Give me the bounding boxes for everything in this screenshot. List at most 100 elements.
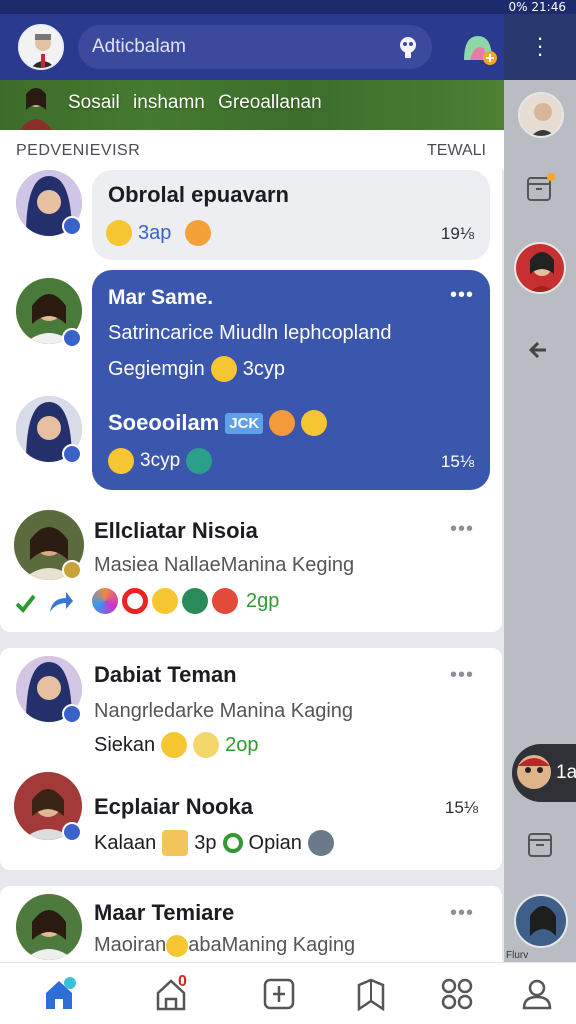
rail-label: Flurv [506, 950, 529, 961]
avatar [516, 896, 566, 946]
emoji-icon [106, 220, 132, 246]
bookmark-icon[interactable] [354, 977, 388, 1011]
emoji-icon [186, 448, 213, 474]
avatar [517, 755, 551, 789]
rail-avatar-2[interactable] [514, 242, 566, 294]
avatar [520, 94, 562, 136]
more-options-icon[interactable]: ••• [450, 664, 474, 687]
emoji-icon [152, 588, 178, 614]
conversation-name: Mar Same. [108, 286, 214, 309]
conversation-time: 15⅛ [440, 452, 474, 471]
emoji-count: 3ap [138, 221, 172, 244]
tag-badge: JCK [225, 412, 264, 434]
emoji-icon [301, 410, 328, 436]
conversation-message: Nangrledarke Manina Kaging [94, 700, 354, 722]
share-icon[interactable] [46, 590, 74, 614]
avatar [20, 26, 62, 68]
conversation-name[interactable]: Ellcliatar Nisoia [94, 518, 258, 544]
conversation-bubble-active[interactable]: Mar Same. ••• Satrincarice Miudln lephco… [92, 270, 490, 490]
more-options-icon[interactable]: ••• [450, 284, 474, 307]
emoji-icon [185, 220, 212, 246]
archive-icon[interactable] [524, 828, 556, 860]
compose-icon[interactable] [262, 977, 296, 1011]
emoji-row: 3ap [106, 220, 212, 246]
right-rail-header: · · · [504, 14, 576, 80]
sub-header-line: Soeooilam JCK [108, 410, 328, 436]
reply-line: 3cyp [108, 448, 213, 474]
conversation-message: Kalaan [94, 831, 157, 854]
emoji-icon [307, 830, 334, 856]
emoji-icon [162, 830, 189, 856]
status-icon [222, 833, 243, 853]
status-bar: 0% 21:46 [0, 0, 576, 14]
avatar[interactable] [16, 894, 82, 960]
rail-chat-bubble[interactable]: 1a [512, 744, 576, 802]
message-line: Siekan 2op [94, 732, 259, 758]
notification-count: 0 [178, 973, 187, 990]
conversation-name[interactable]: Ecplaiar Nooka [94, 794, 253, 820]
message-tail: abaManing Kaging [188, 934, 356, 956]
emoji-icon [182, 588, 208, 614]
section-header: PEDVENIEVISR TEWALI [0, 130, 504, 170]
section-title: PEDVENIEVISR [16, 142, 141, 159]
banner-text: Sosail inshamn Greoallanan [68, 92, 322, 113]
more-options-icon[interactable]: ••• [450, 902, 474, 925]
conversation-message-2: Gegiemgin [108, 357, 205, 380]
back-arrow-icon[interactable] [524, 334, 556, 366]
conversation-name: Obrolal epuavarn [108, 182, 289, 207]
conversation-message: Masiea NallaeManina Keging [94, 554, 355, 576]
emoji-icon [92, 588, 118, 614]
reply-text: 3cyp [140, 450, 181, 471]
stories-banner[interactable]: Sosail inshamn Greoallanan [0, 80, 504, 130]
check-icon [15, 594, 36, 614]
conversation-name[interactable]: Maar Temiare [94, 900, 234, 926]
conversation-message: Maoiran [94, 934, 167, 956]
verified-badge [62, 822, 82, 842]
search-input[interactable]: Adticbalam [78, 25, 432, 69]
conversation-name[interactable]: Dabiat Teman [94, 662, 237, 688]
verified-badge [62, 444, 82, 464]
conversation-bubble[interactable]: Obrolal epuavarn 3ap 19⅛ [92, 170, 490, 260]
emoji-icon [269, 410, 296, 436]
rail-avatar-1[interactable] [518, 92, 564, 138]
search-icon[interactable] [396, 35, 420, 59]
section-action[interactable]: TEWALI [427, 142, 486, 160]
emoji-icon [166, 934, 189, 957]
more-options-icon[interactable]: ••• [450, 518, 474, 541]
archive-notification-icon[interactable] [524, 172, 556, 204]
message-suffix: 3cyp [242, 357, 285, 380]
conversation-time: 15⅛ [444, 798, 478, 817]
emoji-icon [108, 448, 134, 474]
message-meta-2: Opian [248, 831, 302, 854]
verified-badge [62, 704, 82, 724]
right-rail: · · · 1a Flurv [504, 14, 576, 1024]
profile-icon[interactable] [520, 977, 554, 1011]
verified-badge [62, 328, 82, 348]
home-icon[interactable] [42, 977, 76, 1011]
avatar [516, 244, 564, 292]
reaction-count: 2gp [246, 589, 280, 612]
message-line: Kalaan 3p Opian [94, 830, 334, 856]
rail-chat-badge: 1a [556, 762, 576, 783]
conversation-message: Satrincarice Miudln lephcopland [108, 322, 392, 344]
profile-avatar[interactable] [18, 24, 64, 70]
apps-icon[interactable] [440, 977, 474, 1011]
battery-level: 0% [508, 0, 528, 14]
status-time: 21:46 [531, 0, 566, 14]
message-line: Maoiran abaManing Kaging [94, 934, 355, 957]
media-badge [62, 560, 82, 580]
verified-badge [62, 216, 82, 236]
more-menu-icon[interactable]: · · · [534, 27, 546, 65]
search-text: Adticbalam [92, 36, 186, 57]
conversation-message-2: Siekan [94, 733, 156, 756]
app-shortcut-icon[interactable] [460, 30, 498, 66]
message-meta: 3p [194, 831, 217, 854]
banner-figure-icon [20, 88, 52, 130]
reaction-row[interactable]: 2gp [92, 588, 279, 614]
emoji-icon [193, 732, 220, 758]
rail-avatar-3[interactable] [514, 894, 568, 948]
conversation-time: 19⅛ [440, 224, 474, 243]
reaction-count: 2op [225, 733, 259, 756]
conversation-group-card: Dabiat Teman ••• Nangrledarke Manina Kag… [0, 648, 502, 870]
emoji-icon [122, 588, 148, 614]
